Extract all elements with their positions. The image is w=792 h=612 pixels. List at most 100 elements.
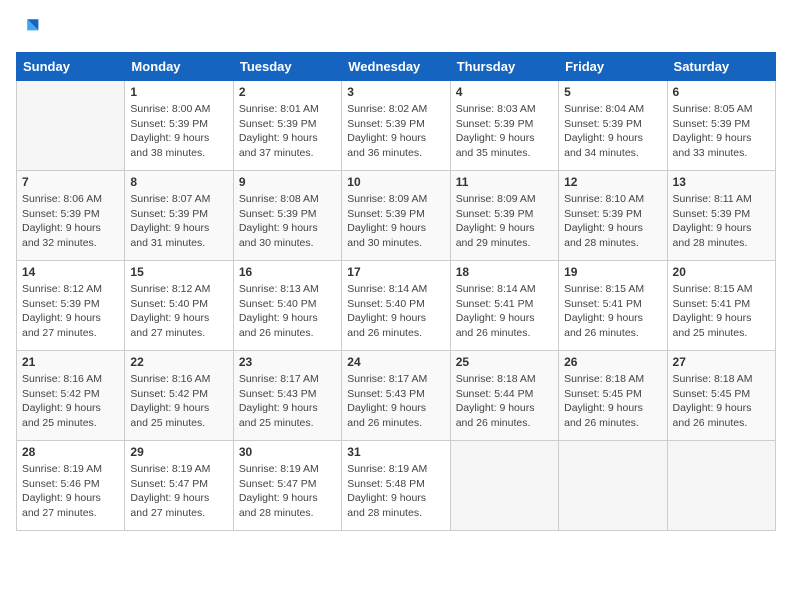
day-number: 5 (564, 85, 661, 99)
day-cell: 14 Sunrise: 8:12 AM Sunset: 5:39 PM Dayli… (17, 261, 125, 351)
day-info: Sunrise: 8:08 AM Sunset: 5:39 PM Dayligh… (239, 192, 336, 251)
day-number: 3 (347, 85, 444, 99)
day-cell: 10 Sunrise: 8:09 AM Sunset: 5:39 PM Dayli… (342, 171, 450, 261)
day-number: 7 (22, 175, 119, 189)
day-number: 12 (564, 175, 661, 189)
day-cell (667, 441, 775, 531)
day-cell: 16 Sunrise: 8:13 AM Sunset: 5:40 PM Dayli… (233, 261, 341, 351)
day-cell: 3 Sunrise: 8:02 AM Sunset: 5:39 PM Daylig… (342, 81, 450, 171)
day-info: Sunrise: 8:18 AM Sunset: 5:44 PM Dayligh… (456, 372, 553, 431)
day-cell: 22Sunrise: 8:16 AM Sunset: 5:42 PM Dayli… (125, 351, 233, 441)
day-cell (17, 81, 125, 171)
day-info: Sunrise: 8:03 AM Sunset: 5:39 PM Dayligh… (456, 102, 553, 161)
day-number: 4 (456, 85, 553, 99)
day-number: 23 (239, 355, 336, 369)
day-cell: 20 Sunrise: 8:15 AM Sunset: 5:41 PM Dayli… (667, 261, 775, 351)
day-info: Sunrise: 8:14 AM Sunset: 5:40 PM Dayligh… (347, 282, 444, 341)
day-number: 18 (456, 265, 553, 279)
day-number: 31 (347, 445, 444, 459)
day-cell: 29 Sunrise: 8:19 AM Sunset: 5:47 PM Dayli… (125, 441, 233, 531)
day-number: 8 (130, 175, 227, 189)
weekday-header-tuesday: Tuesday (233, 53, 341, 81)
day-info: Sunrise: 8:11 AM Sunset: 5:39 PM Dayligh… (673, 192, 770, 251)
day-number: 13 (673, 175, 770, 189)
day-info: Sunrise: 8:10 AM Sunset: 5:39 PM Dayligh… (564, 192, 661, 251)
day-number: 21 (22, 355, 119, 369)
day-info: Sunrise: 8:18 AM Sunset: 5:45 PM Dayligh… (564, 372, 661, 431)
page-header (16, 16, 776, 40)
day-cell: 9Sunrise: 8:08 AM Sunset: 5:39 PM Daylig… (233, 171, 341, 261)
day-info: Sunrise: 8:17 AM Sunset: 5:43 PM Dayligh… (347, 372, 444, 431)
logo-icon (16, 16, 40, 40)
day-cell: 11 Sunrise: 8:09 AM Sunset: 5:39 PM Dayli… (450, 171, 558, 261)
day-cell: 15 Sunrise: 8:12 AM Sunset: 5:40 PM Dayli… (125, 261, 233, 351)
day-number: 2 (239, 85, 336, 99)
day-cell (559, 441, 667, 531)
day-number: 22 (130, 355, 227, 369)
day-info: Sunrise: 8:14 AM Sunset: 5:41 PM Dayligh… (456, 282, 553, 341)
day-info: Sunrise: 8:06 AM Sunset: 5:39 PM Dayligh… (22, 192, 119, 251)
day-info: Sunrise: 8:17 AM Sunset: 5:43 PM Dayligh… (239, 372, 336, 431)
day-info: Sunrise: 8:15 AM Sunset: 5:41 PM Dayligh… (673, 282, 770, 341)
weekday-header-saturday: Saturday (667, 53, 775, 81)
day-cell: 30Sunrise: 8:19 AM Sunset: 5:47 PM Dayli… (233, 441, 341, 531)
week-row-2: 7 Sunrise: 8:06 AM Sunset: 5:39 PM Daylig… (17, 171, 776, 261)
week-row-1: 1 Sunrise: 8:00 AM Sunset: 5:39 PM Daylig… (17, 81, 776, 171)
weekday-header-thursday: Thursday (450, 53, 558, 81)
day-info: Sunrise: 8:00 AM Sunset: 5:39 PM Dayligh… (130, 102, 227, 161)
day-cell: 6 Sunrise: 8:05 AM Sunset: 5:39 PM Daylig… (667, 81, 775, 171)
day-cell: 24 Sunrise: 8:17 AM Sunset: 5:43 PM Dayli… (342, 351, 450, 441)
day-number: 17 (347, 265, 444, 279)
day-info: Sunrise: 8:16 AM Sunset: 5:42 PM Dayligh… (22, 372, 119, 431)
day-number: 20 (673, 265, 770, 279)
weekday-header-friday: Friday (559, 53, 667, 81)
day-cell: 31Sunrise: 8:19 AM Sunset: 5:48 PM Dayli… (342, 441, 450, 531)
day-cell: 19 Sunrise: 8:15 AM Sunset: 5:41 PM Dayli… (559, 261, 667, 351)
day-number: 15 (130, 265, 227, 279)
day-number: 27 (673, 355, 770, 369)
day-number: 16 (239, 265, 336, 279)
week-row-4: 21 Sunrise: 8:16 AM Sunset: 5:42 PM Dayli… (17, 351, 776, 441)
day-cell: 25Sunrise: 8:18 AM Sunset: 5:44 PM Dayli… (450, 351, 558, 441)
day-info: Sunrise: 8:12 AM Sunset: 5:40 PM Dayligh… (130, 282, 227, 341)
day-number: 28 (22, 445, 119, 459)
day-cell: 7 Sunrise: 8:06 AM Sunset: 5:39 PM Daylig… (17, 171, 125, 261)
day-info: Sunrise: 8:09 AM Sunset: 5:39 PM Dayligh… (456, 192, 553, 251)
day-info: Sunrise: 8:19 AM Sunset: 5:47 PM Dayligh… (130, 462, 227, 521)
day-cell: 5Sunrise: 8:04 AM Sunset: 5:39 PM Daylig… (559, 81, 667, 171)
day-cell (450, 441, 558, 531)
day-info: Sunrise: 8:05 AM Sunset: 5:39 PM Dayligh… (673, 102, 770, 161)
day-cell: 1 Sunrise: 8:00 AM Sunset: 5:39 PM Daylig… (125, 81, 233, 171)
day-info: Sunrise: 8:07 AM Sunset: 5:39 PM Dayligh… (130, 192, 227, 251)
week-row-5: 28 Sunrise: 8:19 AM Sunset: 5:46 PM Dayli… (17, 441, 776, 531)
day-cell: 12 Sunrise: 8:10 AM Sunset: 5:39 PM Dayli… (559, 171, 667, 261)
week-row-3: 14 Sunrise: 8:12 AM Sunset: 5:39 PM Dayli… (17, 261, 776, 351)
day-number: 1 (130, 85, 227, 99)
day-number: 29 (130, 445, 227, 459)
day-cell: 23 Sunrise: 8:17 AM Sunset: 5:43 PM Dayli… (233, 351, 341, 441)
day-info: Sunrise: 8:19 AM Sunset: 5:46 PM Dayligh… (22, 462, 119, 521)
day-info: Sunrise: 8:18 AM Sunset: 5:45 PM Dayligh… (673, 372, 770, 431)
day-number: 10 (347, 175, 444, 189)
day-cell: 27 Sunrise: 8:18 AM Sunset: 5:45 PM Dayli… (667, 351, 775, 441)
weekday-header-wednesday: Wednesday (342, 53, 450, 81)
weekday-header-sunday: Sunday (17, 53, 125, 81)
day-info: Sunrise: 8:12 AM Sunset: 5:39 PM Dayligh… (22, 282, 119, 341)
day-cell: 17 Sunrise: 8:14 AM Sunset: 5:40 PM Dayli… (342, 261, 450, 351)
day-cell: 28 Sunrise: 8:19 AM Sunset: 5:46 PM Dayli… (17, 441, 125, 531)
day-info: Sunrise: 8:19 AM Sunset: 5:47 PM Dayligh… (239, 462, 336, 521)
day-number: 24 (347, 355, 444, 369)
day-info: Sunrise: 8:09 AM Sunset: 5:39 PM Dayligh… (347, 192, 444, 251)
day-number: 14 (22, 265, 119, 279)
day-number: 11 (456, 175, 553, 189)
day-info: Sunrise: 8:02 AM Sunset: 5:39 PM Dayligh… (347, 102, 444, 161)
day-info: Sunrise: 8:15 AM Sunset: 5:41 PM Dayligh… (564, 282, 661, 341)
day-info: Sunrise: 8:13 AM Sunset: 5:40 PM Dayligh… (239, 282, 336, 341)
day-cell: 2Sunrise: 8:01 AM Sunset: 5:39 PM Daylig… (233, 81, 341, 171)
weekday-header-monday: Monday (125, 53, 233, 81)
day-number: 6 (673, 85, 770, 99)
calendar-table: SundayMondayTuesdayWednesdayThursdayFrid… (16, 52, 776, 531)
weekday-header-row: SundayMondayTuesdayWednesdayThursdayFrid… (17, 53, 776, 81)
day-cell: 13 Sunrise: 8:11 AM Sunset: 5:39 PM Dayli… (667, 171, 775, 261)
day-number: 19 (564, 265, 661, 279)
